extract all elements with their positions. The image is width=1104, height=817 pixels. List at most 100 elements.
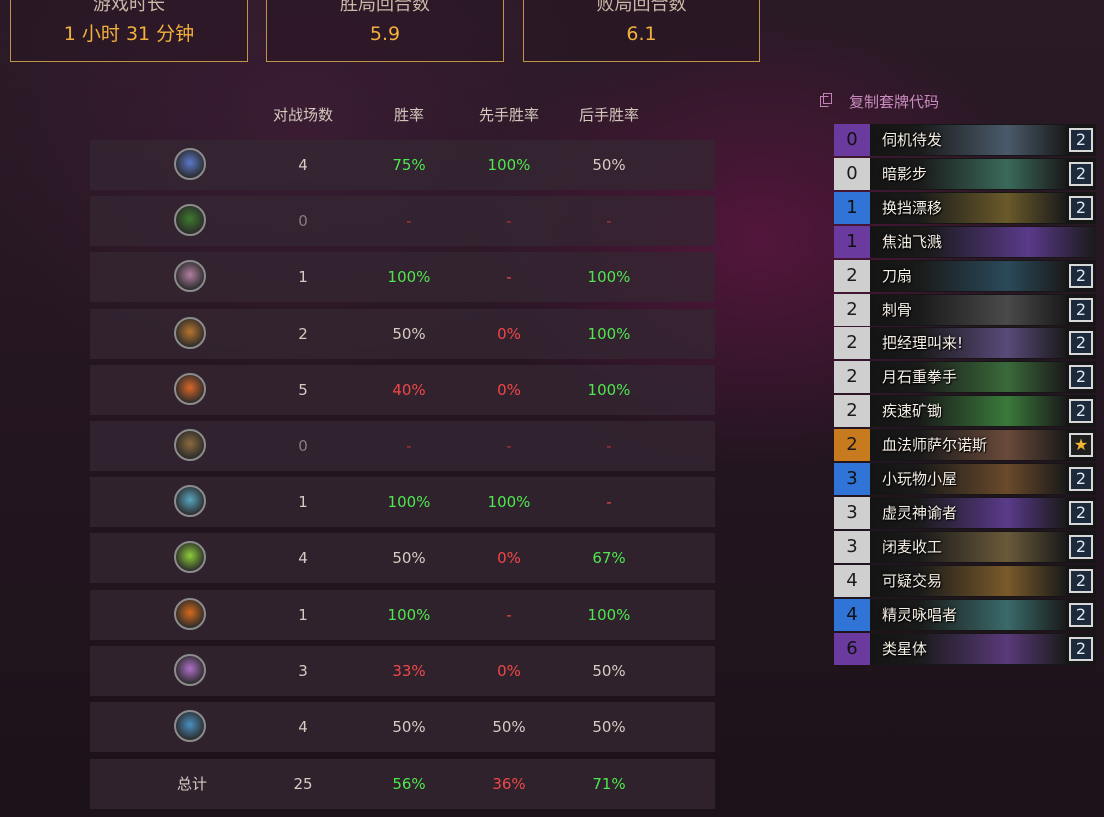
card-count: 2 <box>1069 569 1093 593</box>
cell-winrate: 33% <box>392 662 426 680</box>
card-cost: 2 <box>834 361 870 393</box>
table-row[interactable]: 1 100% - 100% <box>90 590 715 640</box>
total-first: 36% <box>492 775 526 793</box>
cell-games: 1 <box>298 268 308 286</box>
card-count: 2 <box>1069 467 1093 491</box>
cell-second: 50% <box>592 662 626 680</box>
cell-winrate: 40% <box>392 381 426 399</box>
cell-winrate: 100% <box>387 493 431 511</box>
card-count: 2 <box>1069 501 1093 525</box>
warlock-class-icon <box>174 373 206 405</box>
table-row[interactable]: 0 - - - <box>90 196 715 246</box>
hunter-class-icon <box>174 317 206 349</box>
stat-loss-turns: 败局回合数 6.1 <box>523 0 760 62</box>
table-row[interactable]: 4 50% 50% 50% <box>90 702 715 752</box>
card-name: 换挡漂移 <box>882 199 943 217</box>
header-second-winrate: 后手胜率 <box>578 106 639 124</box>
cell-first: 50% <box>492 718 526 736</box>
table-row[interactable]: 4 50% 0% 67% <box>90 533 715 583</box>
card-count: 2 <box>1069 535 1093 559</box>
stat-label: 胜局回合数 <box>340 0 430 15</box>
cell-winrate: 50% <box>392 549 426 567</box>
stat-win-turns: 胜局回合数 5.9 <box>266 0 504 62</box>
card-name: 类星体 <box>882 640 928 658</box>
warrior-class-icon <box>174 598 206 630</box>
cell-games: 3 <box>298 662 308 680</box>
header-games: 对战场数 <box>272 106 333 124</box>
total-label: 总计 <box>176 775 207 793</box>
rogue-class-icon <box>174 654 206 686</box>
cell-second: 50% <box>592 718 626 736</box>
deck-card[interactable]: 2 刀扇 2 <box>834 260 1096 292</box>
deck-card[interactable]: 2 把经理叫来! 2 <box>834 327 1096 359</box>
cell-first: 0% <box>497 325 521 343</box>
deck-card[interactable]: 4 可疑交易 2 <box>834 565 1096 597</box>
card-count: 2 <box>1069 603 1093 627</box>
cell-games: 2 <box>298 325 308 343</box>
cell-second: 100% <box>587 381 631 399</box>
cell-second: 100% <box>587 268 631 286</box>
total-games: 25 <box>293 775 313 793</box>
card-cost: 3 <box>834 463 870 495</box>
table-row[interactable]: 2 50% 0% 100% <box>90 309 715 359</box>
cell-first: 0% <box>497 662 521 680</box>
card-cost: 3 <box>834 497 870 529</box>
deck-card[interactable]: 3 虚灵神谕者 2 <box>834 497 1096 529</box>
deck-card[interactable]: 2 月石重拳手 2 <box>834 361 1096 393</box>
table-row[interactable]: 4 75% 100% 50% <box>90 140 715 190</box>
stat-game-duration: 游戏时长 1 小时 31 分钟 <box>10 0 248 62</box>
cell-second: 67% <box>592 549 626 567</box>
cell-games: 0 <box>298 212 308 230</box>
card-cost: 3 <box>834 531 870 563</box>
card-name: 闭麦收工 <box>882 538 943 556</box>
card-name: 虚灵神谕者 <box>882 504 958 522</box>
card-cost: 0 <box>834 124 870 156</box>
cell-second: 100% <box>587 606 631 624</box>
card-name: 焦油飞溅 <box>882 233 943 251</box>
cell-first: - <box>506 606 512 624</box>
deck-card[interactable]: 4 精灵咏唱者 2 <box>834 599 1096 631</box>
card-count: 2 <box>1069 365 1093 389</box>
deck-card[interactable]: 3 小玩物小屋 2 <box>834 463 1096 495</box>
card-count: 2 <box>1069 298 1093 322</box>
table-row[interactable]: 3 33% 0% 50% <box>90 646 715 696</box>
stat-label: 游戏时长 <box>93 0 165 15</box>
total-winrate: 56% <box>392 775 426 793</box>
stat-value: 5.9 <box>369 23 401 45</box>
shaman-class-icon <box>174 260 206 292</box>
table-row[interactable]: 0 - - - <box>90 421 715 471</box>
card-name: 暗影步 <box>882 165 928 183</box>
table-row[interactable]: 5 40% 0% 100% <box>90 365 715 415</box>
deck-card[interactable]: 3 闭麦收工 2 <box>834 531 1096 563</box>
table-row[interactable]: 1 100% 100% - <box>90 477 715 527</box>
stat-value: 6.1 <box>626 23 657 45</box>
deck-card[interactable]: 1 换挡漂移 2 <box>834 192 1096 224</box>
deck-card[interactable]: 2 刺骨 2 <box>834 294 1096 326</box>
cell-games: 4 <box>298 156 308 174</box>
stat-label: 败局回合数 <box>596 0 687 15</box>
card-name: 月石重拳手 <box>882 368 958 386</box>
card-cost: 2 <box>834 327 870 359</box>
deck-card[interactable]: 2 疾速矿锄 2 <box>834 395 1096 427</box>
deck-card[interactable]: 2 血法师萨尔诺斯 ★ <box>834 429 1096 461</box>
card-cost: 6 <box>834 633 870 665</box>
card-count: 2 <box>1069 331 1093 355</box>
card-name: 疾速矿锄 <box>882 402 943 420</box>
table-row[interactable]: 1 100% - 100% <box>90 252 715 302</box>
card-count: 2 <box>1069 128 1093 152</box>
deck-card[interactable]: 0 暗影步 2 <box>834 158 1096 190</box>
cell-winrate: - <box>406 212 412 230</box>
druid-class-icon <box>174 204 206 236</box>
cell-first: 100% <box>487 156 531 174</box>
deck-card[interactable]: 6 类星体 2 <box>834 633 1096 665</box>
card-name: 小玩物小屋 <box>882 470 958 488</box>
card-cost: 1 <box>834 192 870 224</box>
cell-games: 4 <box>298 718 308 736</box>
cell-first: - <box>506 268 512 286</box>
paladin-class-icon <box>174 429 206 461</box>
deck-card[interactable]: 0 伺机待发 2 <box>834 124 1096 156</box>
deck-card[interactable]: 1 焦油飞溅 <box>834 226 1096 258</box>
card-name: 把经理叫来! <box>882 334 964 352</box>
header-winrate: 胜率 <box>393 106 424 124</box>
card-count: 2 <box>1069 637 1093 661</box>
